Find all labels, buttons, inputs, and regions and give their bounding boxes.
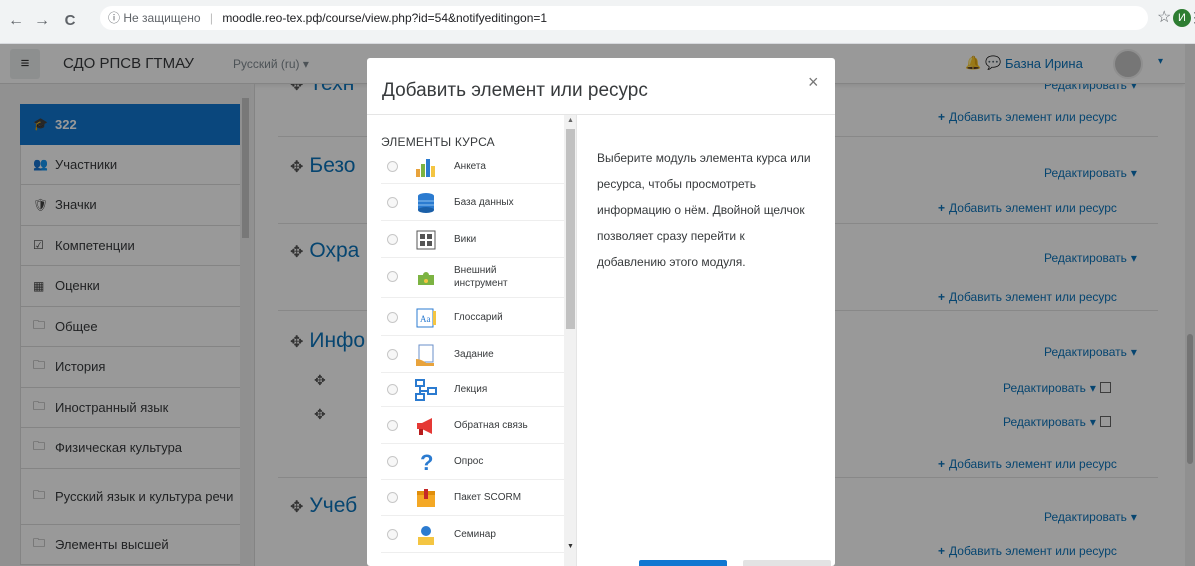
options-heading: ЭЛЕМЕНТЫ КУРСА <box>381 135 495 149</box>
info-icon[interactable]: ⓘ <box>108 11 120 25</box>
activity-option[interactable]: Обратная связь <box>381 409 567 444</box>
modal-title: Добавить элемент или ресурс <box>382 80 648 101</box>
workshop-icon <box>414 523 438 547</box>
cancel-button[interactable] <box>743 560 831 566</box>
svg-text:?: ? <box>420 450 433 474</box>
option-radio[interactable] <box>387 456 398 467</box>
question-mark-icon: ? <box>414 450 438 475</box>
add-button[interactable] <box>639 560 727 566</box>
activity-options-list: ЭЛЕМЕНТЫ КУРСА Анкета База данных Вики Внеш… <box>367 115 577 566</box>
activity-option[interactable]: База данных <box>381 186 567 221</box>
module-description: Выберите модуль элемента курса или ресур… <box>597 151 811 269</box>
reload-icon[interactable]: C <box>60 12 80 29</box>
option-label[interactable]: Внешний инструмент <box>454 264 524 290</box>
divider: | <box>209 11 213 25</box>
option-label[interactable]: База данных <box>454 196 514 209</box>
option-label[interactable]: Анкета <box>454 160 486 173</box>
puzzle-piece-icon <box>414 265 438 289</box>
option-label[interactable]: Опрос <box>454 455 483 468</box>
activity-option[interactable]: ? Опрос <box>381 445 567 480</box>
lesson-icon <box>414 378 438 402</box>
option-radio[interactable] <box>387 384 398 395</box>
option-radio[interactable] <box>387 420 398 431</box>
database-icon <box>414 191 438 215</box>
assignment-hand-icon <box>414 343 438 367</box>
options-scrollbar[interactable]: ▲ ▼ <box>564 115 576 566</box>
wiki-icon <box>414 228 438 252</box>
option-label[interactable]: Семинар <box>454 528 496 541</box>
back-icon[interactable]: ← <box>6 12 26 30</box>
activity-option[interactable]: Лекция <box>381 373 567 407</box>
close-icon[interactable]: × <box>808 72 819 93</box>
option-radio[interactable] <box>387 312 398 323</box>
option-radio[interactable] <box>387 197 398 208</box>
activity-option[interactable]: Задание <box>381 338 567 373</box>
browser-toolbar: ← → C ⓘ Не защищено | moodle.reo-tex.рф/… <box>0 0 1195 44</box>
option-label[interactable]: Глоссарий <box>454 311 503 324</box>
option-label[interactable]: Обратная связь <box>454 419 528 432</box>
activity-option[interactable]: Вики <box>381 223 567 258</box>
scroll-down-icon[interactable]: ▼ <box>567 543 574 550</box>
option-label[interactable]: Задание <box>454 348 494 361</box>
address-bar[interactable]: ⓘ Не защищено | moodle.reo-tex.рф/course… <box>100 6 1148 30</box>
option-label[interactable]: Пакет SCORM <box>454 491 521 504</box>
option-label[interactable]: Лекция <box>454 383 487 396</box>
option-radio[interactable] <box>387 161 398 172</box>
megaphone-icon <box>414 414 438 438</box>
option-radio[interactable] <box>387 529 398 540</box>
security-status: Не защищено <box>123 11 201 25</box>
glossary-icon: Aa <box>414 306 438 330</box>
option-radio[interactable] <box>387 349 398 360</box>
survey-chart-icon <box>414 155 438 179</box>
activity-option[interactable]: Семинар <box>381 518 567 553</box>
menu-kebab-icon[interactable]: ⋮ <box>1188 9 1195 26</box>
scorm-package-icon <box>414 486 438 510</box>
forward-icon[interactable]: → <box>32 12 52 30</box>
add-activity-modal: Добавить элемент или ресурс × ЭЛЕМЕНТЫ К… <box>367 58 835 566</box>
activity-option[interactable]: Внешний инструмент <box>381 256 567 298</box>
option-label[interactable]: Вики <box>454 233 476 246</box>
url-text: moodle.reo-tex.рф/course/view.php?id=54&… <box>222 11 548 25</box>
option-radio[interactable] <box>387 492 398 503</box>
bookmark-star-icon[interactable]: ☆ <box>1157 7 1171 27</box>
activity-option[interactable]: Aa Глоссарий <box>381 301 567 336</box>
activity-option[interactable]: Анкета <box>381 150 567 184</box>
option-radio[interactable] <box>387 271 398 282</box>
svg-text:Aa: Aa <box>420 314 431 324</box>
scroll-up-icon[interactable]: ▲ <box>567 117 574 124</box>
activity-option[interactable]: Пакет SCORM <box>381 481 567 516</box>
option-radio[interactable] <box>387 234 398 245</box>
